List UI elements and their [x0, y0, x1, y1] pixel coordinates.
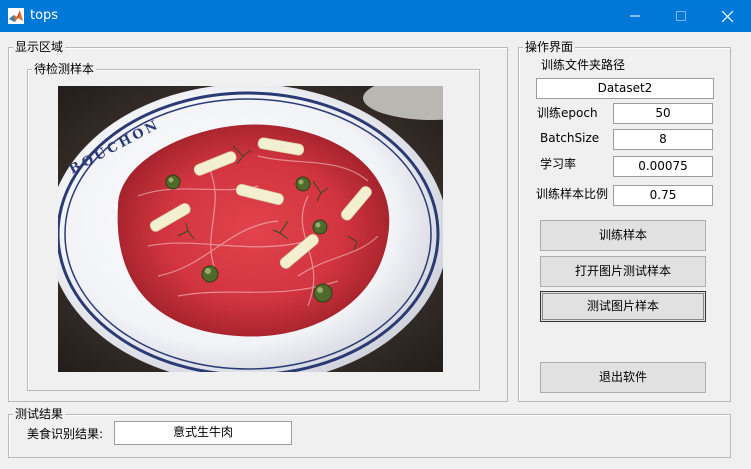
- window-title: tops: [30, 8, 59, 23]
- result-panel-legend: 测试结果: [13, 406, 66, 422]
- minimize-icon: [630, 15, 640, 17]
- folder-path-label: 训练文件夹路径: [541, 58, 626, 72]
- operation-panel-legend: 操作界面: [523, 39, 576, 55]
- sample-image-legend: 待检测样本: [32, 61, 97, 77]
- result-label: 美食识别结果:: [27, 427, 104, 441]
- maximize-icon: [676, 11, 686, 21]
- close-button[interactable]: [704, 0, 750, 32]
- sample-image: BOUCHON: [58, 86, 443, 372]
- minimize-button[interactable]: [612, 0, 658, 32]
- epoch-field[interactable]: 50: [613, 103, 713, 124]
- train-ratio-label: 训练样本比例: [536, 187, 609, 201]
- exit-button[interactable]: 退出软件: [540, 362, 706, 393]
- batchsize-label: BatchSize: [540, 131, 600, 145]
- learning-rate-field[interactable]: 0.00075: [613, 156, 713, 177]
- carpaccio-photo: BOUCHON: [58, 86, 443, 372]
- learning-rate-label: 学习率: [540, 157, 577, 171]
- result-field: 意式生牛肉: [114, 421, 292, 445]
- matlab-logo-icon: [8, 8, 24, 24]
- train-button[interactable]: 训练样本: [540, 220, 706, 251]
- maximize-button[interactable]: [658, 0, 704, 32]
- open-image-button[interactable]: 打开图片测试样本: [540, 256, 706, 287]
- epoch-label: 训练epoch: [537, 106, 598, 120]
- train-ratio-field[interactable]: 0.75: [613, 185, 713, 206]
- display-area-legend: 显示区域: [13, 39, 66, 55]
- batchsize-field[interactable]: 8: [613, 129, 713, 150]
- close-icon: [721, 10, 733, 22]
- test-image-button[interactable]: 测试图片样本: [540, 291, 706, 322]
- title-bar: tops: [0, 0, 751, 32]
- folder-path-field[interactable]: Dataset2: [536, 78, 714, 99]
